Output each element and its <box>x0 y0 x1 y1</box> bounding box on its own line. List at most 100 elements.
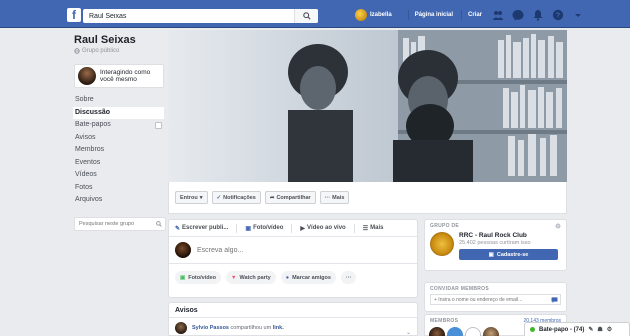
user-avatar <box>175 242 191 258</box>
friends-icon[interactable] <box>492 9 504 21</box>
linked-page-header: GRUPO DE ? <box>430 223 561 229</box>
composer-more-button[interactable]: ··· <box>340 271 357 284</box>
tab-divider <box>353 223 355 233</box>
globe-icon <box>74 48 80 54</box>
post-link[interactable]: link. <box>273 325 284 331</box>
page-logo[interactable] <box>430 232 454 256</box>
check-icon: ✓ <box>216 194 222 201</box>
announcements-card: Avisos Sylvio Passos compartilhou um lin… <box>168 302 418 336</box>
post-input[interactable] <box>197 246 377 254</box>
svg-text:?: ? <box>556 13 560 20</box>
announcements-title: Avisos <box>169 303 417 318</box>
ellipsis-icon: ··· <box>324 194 331 201</box>
linked-page-card: GRUPO DE ? RRC - Raul Rock Club 25.402 p… <box>424 219 567 271</box>
gear-icon[interactable]: ⚙ <box>607 326 612 333</box>
photo-video-button[interactable]: ▣ Foto/vídeo <box>175 271 222 284</box>
help-icon[interactable]: ? <box>552 9 564 21</box>
group-chat-icon[interactable]: ☗ <box>597 326 602 333</box>
search-input[interactable] <box>83 9 288 23</box>
invite-input[interactable] <box>434 296 544 303</box>
announcement-post[interactable]: Sylvio Passos compartilhou um link. <box>169 318 417 336</box>
tab-live-video[interactable]: ▶ Vídeo ao vivo <box>300 225 345 232</box>
linked-page-info: RRC - Raul Rock Club 25.402 pessoas curt… <box>459 232 558 260</box>
invite-members-card: CONVIDAR MEMBROS <box>424 282 567 312</box>
member-avatar[interactable] <box>429 327 445 336</box>
search-icon <box>302 12 311 20</box>
share-button[interactable]: ➦ Compartilhar <box>264 191 316 204</box>
tab-divider <box>236 223 238 233</box>
chevron-down-icon[interactable] <box>572 9 584 21</box>
group-type-label: Grupo público <box>82 48 120 54</box>
tab-divider <box>291 223 293 233</box>
compose-icon[interactable]: ✎ <box>588 326 593 333</box>
invite-heading: CONVIDAR MEMBROS <box>430 286 489 292</box>
post-composer: ✎ Escrever publi... ▣ Foto/vídeo ▶ Vídeo ao… <box>168 219 418 298</box>
cover-image <box>168 30 567 182</box>
tab-more[interactable]: ☰ Mais <box>363 225 384 232</box>
photo-icon: ▣ <box>180 274 186 281</box>
signup-button[interactable]: ▣ Cadastre-se <box>459 249 558 260</box>
more-button[interactable]: ··· Mais <box>319 191 350 204</box>
tab-write-post[interactable]: ✎ Escrever publi... <box>175 225 228 232</box>
list-icon: ☰ <box>362 225 369 232</box>
sidebar-item-fotos[interactable]: Fotos <box>74 182 164 195</box>
chat-bar[interactable]: Bate-papo - (74) ✎ ☗ ⚙ <box>524 322 630 336</box>
chevron-down-icon[interactable]: ⌄ <box>406 329 411 336</box>
group-privacy: Grupo público <box>74 48 164 54</box>
group-actions: Entrou ▾ ✓ Notificações ➦ Compartilhar ··· M… <box>168 182 567 214</box>
member-avatar[interactable] <box>483 327 499 336</box>
composer-body <box>169 237 417 264</box>
pencil-icon: ✎ <box>175 225 181 232</box>
top-bar: f Izabella Página inicial Criar ? <box>0 0 630 28</box>
sidebar-item-eventos[interactable]: Eventos <box>74 157 164 170</box>
tag-friends-icon: ● <box>285 274 290 281</box>
tag-friends-button[interactable]: ● Marcar amigos <box>280 271 336 284</box>
search-button[interactable] <box>294 9 318 23</box>
tab-photo-video[interactable]: ▣ Foto/vídeo <box>245 225 283 232</box>
interact-as-switcher[interactable]: Interagindo como você mesmo <box>74 64 164 88</box>
invite-field <box>430 294 561 305</box>
cover-photo[interactable] <box>168 30 567 182</box>
svg-text:?: ? <box>557 225 559 229</box>
page-likes: 25.402 pessoas curtiram isso <box>459 240 531 246</box>
signup-icon: ▣ <box>488 251 494 258</box>
group-nav: Sobre Discussão Bate-papos Avisos Membro… <box>73 94 164 207</box>
sidebar-item-avisos[interactable]: Avisos <box>74 132 164 145</box>
page-name[interactable]: RRC - Raul Rock Club <box>459 232 558 239</box>
create-link[interactable]: Criar <box>468 12 482 18</box>
sidebar-item-sobre[interactable]: Sobre <box>74 94 164 107</box>
member-avatar[interactable] <box>465 327 481 336</box>
sidebar-item-arquivos[interactable]: Arquivos <box>74 194 164 207</box>
joined-button[interactable]: Entrou ▾ <box>175 191 208 204</box>
photo-icon: ▣ <box>245 225 252 232</box>
notifications-icon[interactable] <box>532 9 544 21</box>
composer-tabs: ✎ Escrever publi... ▣ Foto/vídeo ▶ Vídeo ao… <box>169 220 417 237</box>
notifications-button[interactable]: ✓ Notificações <box>211 191 261 204</box>
popcorn-icon: ▼ <box>231 274 237 281</box>
share-icon: ➦ <box>269 194 275 201</box>
video-icon: ▶ <box>300 225 306 232</box>
group-search <box>74 216 166 231</box>
profile-link[interactable]: Izabella <box>355 9 392 21</box>
sidebar-item-membros[interactable]: Membros <box>74 144 164 157</box>
group-name[interactable]: Raul Seixas <box>74 34 164 46</box>
post-author[interactable]: Sylvio Passos <box>192 325 229 331</box>
sidebar-item-bate-papos[interactable]: Bate-papos <box>74 119 164 132</box>
info-icon[interactable]: ? <box>555 223 561 229</box>
member-avatar[interactable] <box>447 327 463 336</box>
facebook-logo[interactable]: f <box>67 8 81 22</box>
message-icon[interactable] <box>551 296 558 303</box>
chat-label: Bate-papo - (74) <box>539 326 585 333</box>
group-search-input[interactable] <box>79 220 151 227</box>
nav-divider <box>461 10 463 20</box>
messenger-icon[interactable] <box>512 9 524 21</box>
online-status-icon <box>530 327 535 332</box>
search-icon[interactable] <box>156 220 162 227</box>
top-nav: Izabella Página inicial Criar ? <box>355 7 584 23</box>
home-link[interactable]: Página inicial <box>415 12 453 18</box>
watch-party-button[interactable]: ▼ Watch party <box>226 271 276 284</box>
sidebar-item-videos[interactable]: Vídeos <box>74 169 164 182</box>
members-heading: MEMBROS <box>430 318 459 324</box>
global-search <box>83 9 318 23</box>
sidebar-item-discussao[interactable]: Discussão <box>73 106 164 119</box>
